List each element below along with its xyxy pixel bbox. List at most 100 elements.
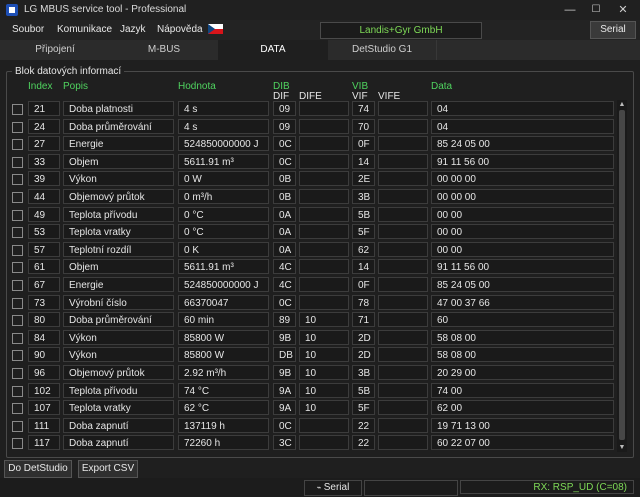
cell-vife — [378, 329, 428, 345]
cell-popis: Výrobní číslo — [63, 294, 174, 310]
cell-index: 44 — [28, 189, 60, 204]
row-checkbox[interactable] — [12, 209, 23, 221]
cell-dife — [299, 417, 349, 433]
row-checkbox[interactable] — [12, 297, 23, 309]
row-checkbox[interactable] — [12, 156, 23, 168]
menu-jazyk[interactable]: Jazyk — [120, 24, 146, 35]
cell-hodnota: 60 min — [178, 312, 269, 328]
cell-dife — [299, 171, 349, 187]
cell-data: 19 71 13 00 — [431, 417, 614, 433]
scroll-up-icon[interactable]: ▲ — [617, 100, 627, 109]
status-empty-box — [364, 480, 458, 496]
row-checkbox[interactable] — [12, 403, 23, 415]
cell-hodnota: 85800 W — [178, 347, 269, 363]
cell-dif: 4C — [273, 277, 296, 292]
cell-data: 85 24 05 00 — [431, 277, 614, 292]
menu-komunikace[interactable]: Komunikace — [57, 24, 112, 35]
cell-vif: 22 — [352, 435, 375, 451]
row-checkbox[interactable] — [12, 368, 23, 379]
table-row: 90 Výkon 85800 W DB 10 2D 58 08 00 — [0, 347, 640, 363]
cell-index: 102 — [28, 382, 60, 398]
cell-vife — [378, 400, 428, 416]
cell-popis: Teplota vratky — [63, 400, 174, 416]
table-row: 44 Objemový průtok 0 m³/h 0B 3B 00 00 00 — [0, 189, 640, 205]
close-icon[interactable]: ✕ — [611, 2, 635, 18]
cell-index: 27 — [28, 136, 60, 152]
tab-mbus[interactable]: M-BUS — [110, 40, 219, 60]
row-checkbox[interactable] — [12, 262, 23, 274]
group-title: Blok datových informací — [12, 66, 125, 77]
cell-dif: 0C — [273, 136, 296, 152]
row-checkbox[interactable] — [12, 280, 23, 291]
table-row: 53 Teplota vratky 0 °C 0A 5F 00 00 — [0, 224, 640, 240]
row-checkbox[interactable] — [12, 385, 23, 397]
tab-bar: Připojení M-BUS DATA DetStudio G1 — [0, 40, 640, 60]
status-rx: RX: RSP_UD (C=08) — [460, 480, 634, 494]
status-serial-label: Serial — [323, 482, 350, 493]
cell-index: 61 — [28, 259, 60, 275]
cell-vif: 5B — [352, 206, 375, 222]
cell-index: 96 — [28, 365, 60, 380]
cell-vif: 5F — [352, 224, 375, 240]
cell-vif: 78 — [352, 294, 375, 310]
row-checkbox[interactable] — [12, 332, 23, 344]
tab-pripojeni[interactable]: Připojení — [0, 40, 111, 60]
cell-dif: 9B — [273, 329, 296, 345]
cell-vif: 3B — [352, 365, 375, 380]
scroll-thumb[interactable] — [619, 110, 625, 440]
scroll-down-icon[interactable]: ▼ — [617, 443, 627, 452]
row-checkbox[interactable] — [12, 139, 23, 151]
table-row: 80 Doba průměrování 60 min 89 10 71 60 — [0, 312, 640, 328]
tab-detstudio-g1[interactable]: DetStudio G1 — [328, 40, 437, 60]
cell-hodnota: 0 m³/h — [178, 189, 269, 204]
row-checkbox[interactable] — [12, 104, 23, 115]
table-row: 67 Energie 524850000000 J 4C 0F 85 24 05 00 — [0, 277, 640, 293]
table-row: 21 Doba platnosti 4 s 09 74 04 — [0, 101, 640, 117]
cell-data: 74 00 — [431, 382, 614, 398]
header-index: Index — [28, 81, 53, 92]
plug-icon: ⌁ — [316, 483, 324, 492]
cell-data: 04 — [431, 118, 614, 134]
cell-dife: 10 — [299, 312, 349, 328]
cell-data: 47 00 37 66 — [431, 294, 614, 310]
tab-data[interactable]: DATA — [218, 40, 329, 60]
cell-dife — [299, 224, 349, 240]
cell-data: 00 00 — [431, 241, 614, 257]
cell-dife: 10 — [299, 365, 349, 380]
row-checkbox[interactable] — [12, 420, 23, 432]
czech-flag-icon[interactable] — [208, 24, 223, 34]
export-csv-button[interactable]: Export CSV — [78, 460, 138, 478]
cell-vif: 2E — [352, 171, 375, 187]
row-checkbox[interactable] — [12, 121, 23, 133]
cell-vife — [378, 365, 428, 380]
row-checkbox[interactable] — [12, 227, 23, 239]
cell-data: 58 08 00 — [431, 329, 614, 345]
maximize-icon[interactable]: ☐ — [584, 2, 608, 18]
row-checkbox[interactable] — [12, 244, 23, 256]
cell-popis: Teplota přívodu — [63, 206, 174, 222]
menu-napoveda[interactable]: Nápověda — [157, 24, 203, 35]
row-checkbox[interactable] — [12, 315, 23, 327]
minimize-icon[interactable]: — — [558, 2, 582, 18]
vertical-scrollbar[interactable]: ▲ ▼ — [617, 100, 627, 452]
cell-vife — [378, 136, 428, 152]
cell-vif: 3B — [352, 189, 375, 204]
row-checkbox[interactable] — [12, 192, 23, 203]
table-row: 111 Doba zapnutí 137119 h 0C 22 19 71 13 00 — [0, 417, 640, 434]
row-checkbox[interactable] — [12, 438, 23, 450]
cell-index: 24 — [28, 118, 60, 134]
cell-dif: 09 — [273, 118, 296, 134]
row-checkbox[interactable] — [12, 174, 23, 186]
to-detstudio-button[interactable]: Do DetStudio — [4, 460, 72, 478]
cell-index: 57 — [28, 241, 60, 257]
cell-vife — [378, 312, 428, 328]
cell-vif: 70 — [352, 118, 375, 134]
menu-soubor[interactable]: Soubor — [12, 24, 44, 35]
cell-dif: 9B — [273, 365, 296, 380]
table-row: 73 Výrobní číslo 66370047 0C 78 47 00 37 66 — [0, 294, 640, 311]
cell-vif: 5B — [352, 382, 375, 398]
cell-dif: 4C — [273, 259, 296, 275]
cell-dife — [299, 259, 349, 275]
row-checkbox[interactable] — [12, 350, 23, 362]
serial-button[interactable]: Serial — [590, 21, 636, 39]
